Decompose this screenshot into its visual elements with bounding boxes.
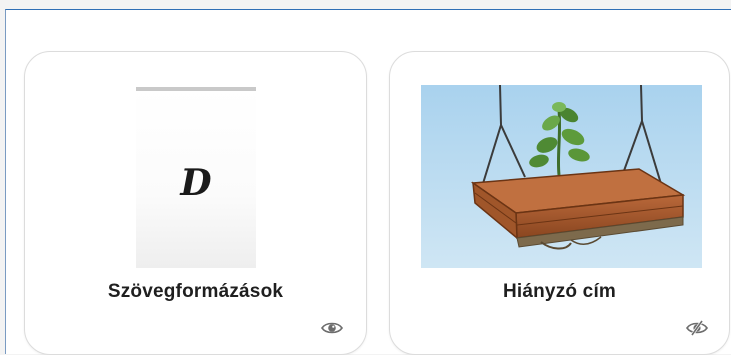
document-letter-d-thumbnail: D	[136, 87, 256, 268]
app-frame: D Szövegformázások Hiányzó cím	[0, 0, 731, 355]
thumbnail-letter: D	[179, 162, 211, 204]
content-card-szovegformazasok[interactable]: D Szövegformázások	[24, 51, 367, 355]
hanging-planter-thumbnail	[421, 85, 702, 268]
card-thumbnail[interactable]: D	[136, 87, 256, 268]
card-title[interactable]: Szövegformázások	[25, 281, 366, 303]
card-thumbnail[interactable]	[421, 85, 702, 268]
eye-slash-icon[interactable]	[686, 320, 708, 336]
card-title[interactable]: Hiányzó cím	[390, 281, 729, 303]
eye-icon[interactable]	[321, 320, 343, 336]
content-panel: D Szövegformázások Hiányzó cím	[5, 9, 731, 355]
content-card-hianyzo-cim[interactable]: Hiányzó cím	[389, 51, 730, 355]
